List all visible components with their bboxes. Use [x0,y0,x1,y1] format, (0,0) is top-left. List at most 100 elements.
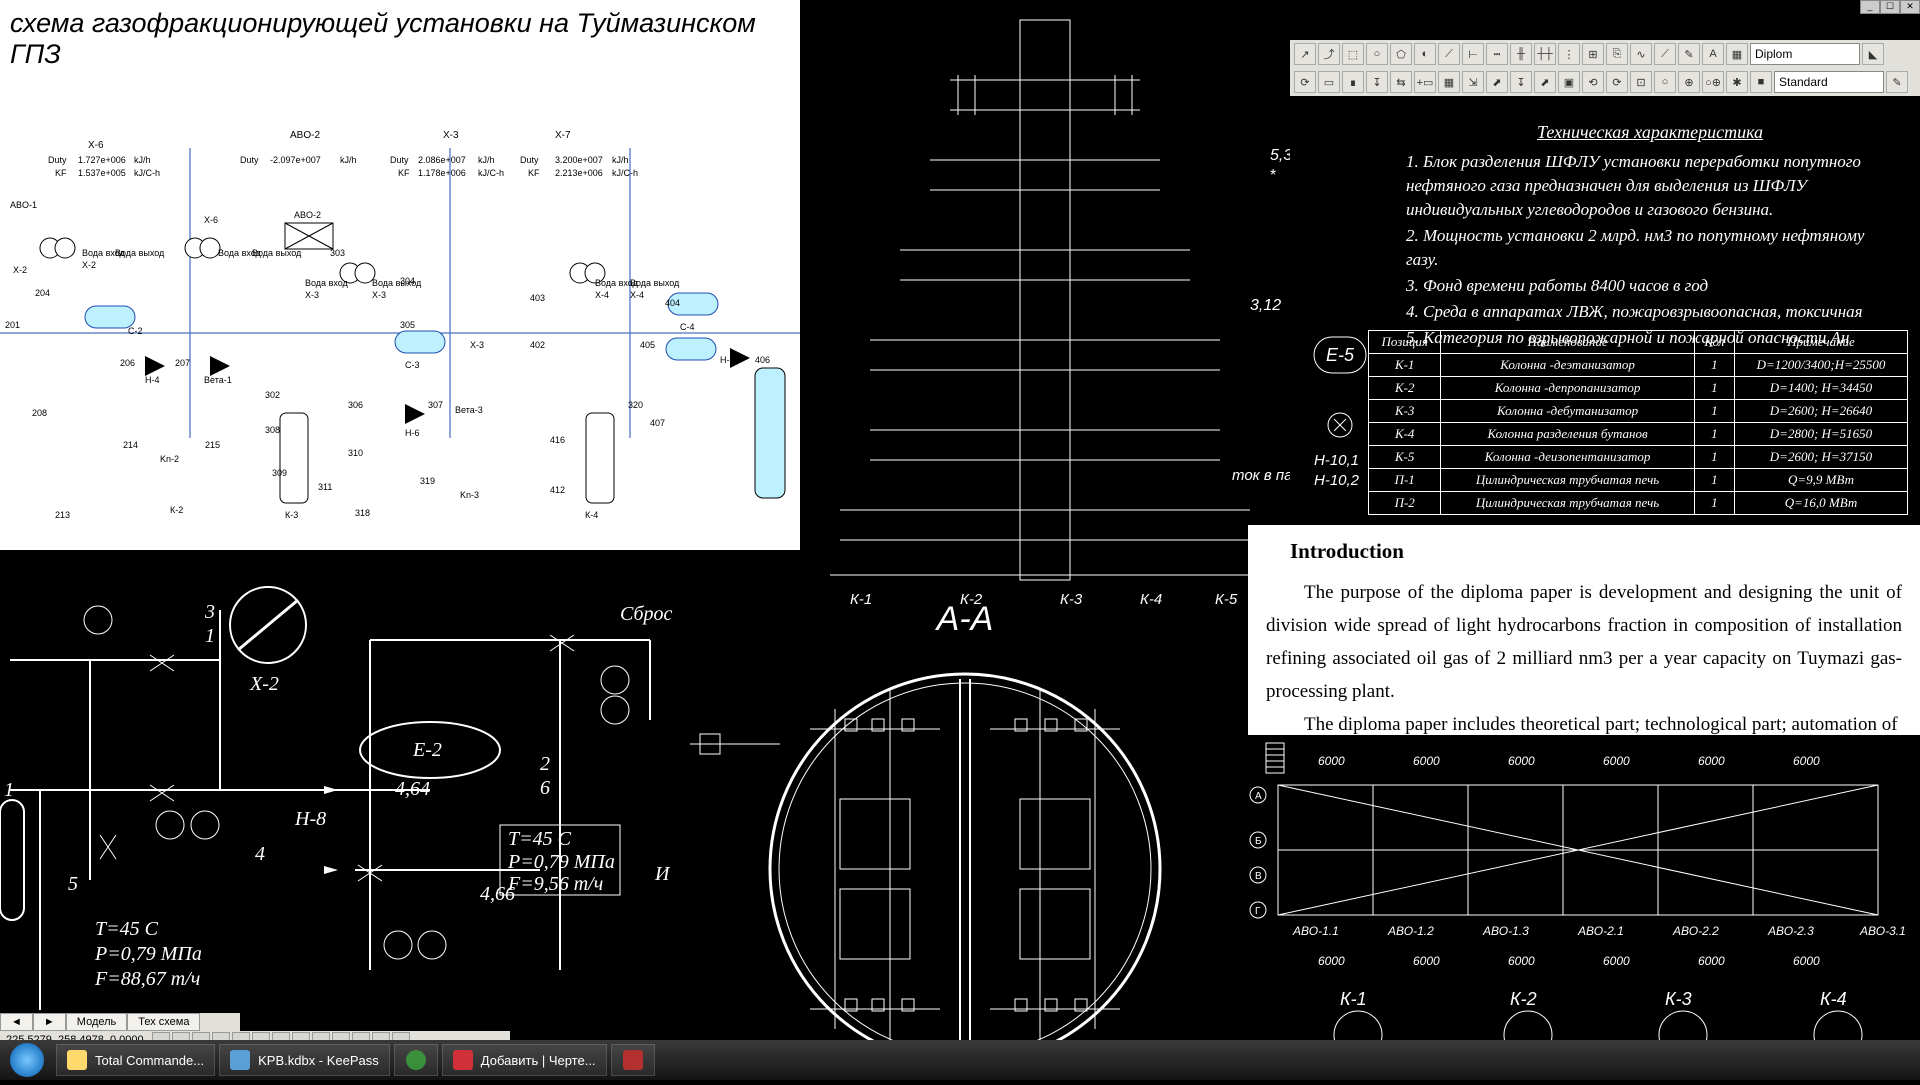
text-style-combo[interactable] [1774,71,1884,93]
taskbar-item[interactable]: KPB.kdbx - KeePass [219,1044,390,1076]
window-controls: _ ☐ ✕ [1860,0,1920,14]
aa-section[interactable]: А-А [690,600,1240,1080]
tool-icon[interactable]: ✎ [1886,71,1908,93]
tool-icon[interactable]: ⤴ [1318,43,1340,65]
pfd-diagram[interactable]: X-6 Duty 1.727e+006 kJ/h KF 1.537e+005 k… [0,78,800,548]
svg-text:Вода выход: Вода выход [630,278,680,288]
svg-text:К-2: К-2 [1510,989,1537,1009]
maximize-button[interactable]: ☐ [1880,0,1900,14]
svg-text:C-4: C-4 [680,322,695,332]
tool-icon[interactable]: ⬚ [1342,43,1364,65]
tool-icon[interactable]: ▦ [1438,71,1460,93]
tool-icon[interactable]: ✎ [1678,43,1700,65]
tool-icon[interactable]: ⊡ [1630,71,1652,93]
start-button[interactable] [0,1040,54,1080]
svg-text:213: 213 [55,510,70,520]
tool-icon[interactable]: ┼┼ [1534,43,1556,65]
tool-icon[interactable]: ■ [1750,71,1772,93]
close-button[interactable]: ✕ [1900,0,1920,14]
table-row: К-4Колонна разделения бутанов1D=2800; H=… [1369,423,1908,446]
autocad-tabs: ◄ ► Модель Тех схема [0,1013,240,1031]
tab-model[interactable]: Модель [66,1013,127,1031]
dim-style-combo[interactable] [1750,43,1860,65]
svg-text:Х-2: Х-2 [249,673,279,695]
tool-icon[interactable]: ∿ [1630,43,1652,65]
app-icon [453,1050,473,1070]
tool-icon[interactable]: ╫ [1510,43,1532,65]
pipe-diagram[interactable]: Х-2 Н-8 Е-2 Сброс T=45 C P=0,79 МПа F=9,… [0,550,690,1030]
svg-text:Н-8: Н-8 [294,808,326,830]
tool-icon[interactable]: A [1702,43,1724,65]
tool-icon[interactable]: ▭ [1318,71,1340,93]
tool-icon[interactable]: ○⊕ [1702,71,1724,93]
svg-text:4,64: 4,64 [395,778,430,800]
svg-text:Н-10,1: Н-10,1 [1314,452,1359,469]
taskbar-item[interactable] [611,1044,655,1076]
svg-text:201: 201 [5,320,20,330]
svg-text:207: 207 [175,358,190,368]
tool-icon[interactable]: ↗ [1294,43,1316,65]
svg-text:407: 407 [650,418,665,428]
tool-icon[interactable]: ⬈ [1534,71,1556,93]
tool-icon[interactable]: ⊞ [1582,43,1604,65]
svg-text:C-2: C-2 [128,326,143,336]
svg-text:X-3: X-3 [372,290,386,300]
svg-text:P=0,79 МПа: P=0,79 МПа [94,943,202,965]
tool-icon[interactable]: ⟲ [1582,71,1604,93]
tool-icon[interactable]: ⎘ [1606,43,1628,65]
svg-text:X-3: X-3 [305,290,319,300]
toolbar-row-2: ⟳ ▭ ∎ ↧ ⇆ +▭ ▦ ⇲ ⬈ ↧ ⬈ ▣ ⟲ ⟳ ⊡ ○ ⊕ ○⊕ ✱ … [1290,68,1920,96]
tool-icon[interactable]: ↧ [1510,71,1532,93]
tool-icon[interactable]: ◐ [1414,43,1436,65]
tab-layout[interactable]: Тех схема [127,1013,200,1031]
svg-text:Duty: Duty [520,155,539,165]
taskbar-item[interactable]: Добавить | Черте... [442,1044,607,1076]
tool-icon[interactable]: ⟋ [1438,43,1460,65]
tool-icon[interactable]: ∎ [1342,71,1364,93]
svg-text:308: 308 [265,425,280,435]
tab-nav-next[interactable]: ► [33,1013,66,1031]
tool-icon[interactable]: ○ [1366,43,1388,65]
svg-text:kJ/h: kJ/h [612,155,629,165]
svg-text:X-3: X-3 [470,340,484,350]
svg-text:К-4: К-4 [585,510,598,520]
tool-icon[interactable]: ⟳ [1294,71,1316,93]
tool-icon[interactable]: ▣ [1558,71,1580,93]
tool-icon[interactable]: ⇲ [1462,71,1484,93]
svg-text:X-6: X-6 [88,140,104,151]
spec-title: Техническая характеристика [1400,120,1900,144]
spec-item: Среда в аппаратах ЛВЖ, пожаровзрывоопасн… [1406,300,1900,324]
tool-icon[interactable]: ▦ [1726,43,1748,65]
svg-text:X-7: X-7 [555,130,571,141]
tool-icon[interactable]: ⇆ [1390,71,1412,93]
svg-text:АВО-1.3: АВО-1.3 [1482,924,1529,938]
cad-column-view[interactable]: К-1 К-2 К-3 К-4 К-5 5,3 * 3,12 ток в пар… [800,0,1290,610]
svg-text:В: В [1255,871,1262,882]
tool-icon[interactable]: ⬠ [1390,43,1412,65]
svg-text:Вета-3: Вета-3 [455,405,483,415]
tool-icon[interactable]: ┅ [1486,43,1508,65]
tool-icon[interactable]: ⋮ [1558,43,1580,65]
pfd-panel: схема газофракционирующей установки на Т… [0,0,800,550]
taskbar-item[interactable]: Total Commande... [56,1044,215,1076]
tool-icon[interactable]: ⊢ [1462,43,1484,65]
tab-nav-prev[interactable]: ◄ [0,1013,33,1031]
tool-icon[interactable]: ○ [1654,71,1676,93]
svg-text:1.727e+006: 1.727e+006 [78,155,126,165]
svg-text:402: 402 [530,340,545,350]
tool-icon[interactable]: ⬈ [1486,71,1508,93]
tool-icon[interactable]: +▭ [1414,71,1436,93]
tool-icon[interactable]: ✱ [1726,71,1748,93]
tool-icon[interactable]: ⟳ [1606,71,1628,93]
taskbar-item[interactable] [394,1044,438,1076]
tool-icon[interactable]: ↧ [1366,71,1388,93]
svg-text:1: 1 [205,625,215,647]
svg-text:320: 320 [628,400,643,410]
svg-text:403: 403 [530,293,545,303]
abo-grid[interactable]: 6000 6000 6000 6000 6000 6000 А Б В Г АВ… [1248,735,1920,1080]
th-position: Позиция [1369,331,1441,354]
tool-icon[interactable]: ⊕ [1678,71,1700,93]
minimize-button[interactable]: _ [1860,0,1880,14]
tool-icon[interactable]: ⟋ [1654,43,1676,65]
tool-icon[interactable]: ◣ [1862,43,1884,65]
